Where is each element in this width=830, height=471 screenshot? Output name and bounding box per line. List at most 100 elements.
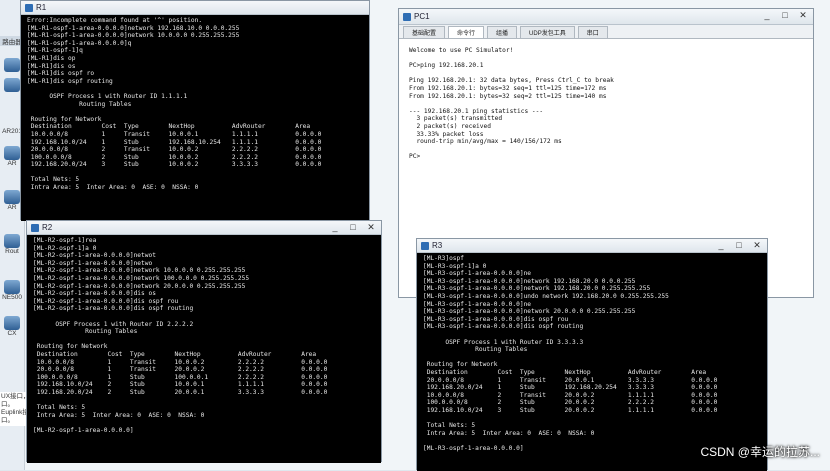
router-icon <box>4 78 20 92</box>
device-label: Rout <box>5 248 19 255</box>
console-line: 192.168.20.0/24 1 Stub 192.168.20.254 3.… <box>423 384 718 392</box>
console-line: [ML-R2-ospf-1-area-0.0.0.0]dis os <box>33 290 156 298</box>
console-line: 192.168.10.0/24 2 Stub 10.0.0.1 1.1.1.1 … <box>33 381 328 389</box>
console-line: Destination Cost Type NextHop AdvRouter … <box>27 123 311 131</box>
terminal-icon <box>25 3 33 12</box>
console-line: Total Nets: 5 <box>27 176 80 184</box>
window-title: R2 <box>42 223 53 232</box>
terminal-icon <box>421 241 429 250</box>
console-line: 192.168.20.0/24 2 Stub 20.0.0.1 3.3.3.3 … <box>33 388 328 396</box>
console-line: Ping 192.168.20.1: 32 data bytes, Press … <box>409 77 614 85</box>
maximize-button[interactable]: □ <box>347 222 359 233</box>
console-line: OSPF Process 1 with Router ID 3.3.3.3 <box>423 338 584 346</box>
console-line: [ML-R3-ospf-1-area-0.0.0.0]dis ospf rout… <box>423 323 584 331</box>
panel-label: 路由器 <box>2 39 22 46</box>
console-line: [ML-R3-ospf-1-area-0.0.0.0]ne <box>423 270 532 278</box>
console-line: From 192.168.20.1: bytes=32 seq=1 ttl=12… <box>409 84 607 92</box>
console-line: 20.0.0.0/8 1 Transit 20.0.0.2 2.2.2.2 0.… <box>33 366 328 374</box>
console-line: Routing for Network <box>423 361 498 369</box>
tab-serial[interactable]: 串口 <box>577 26 608 38</box>
window-title: R1 <box>36 3 47 12</box>
console-line: [ML-R3-ospf-1]a 0 <box>423 262 487 270</box>
console-line: round-trip min/avg/max = 140/156/172 ms <box>409 138 562 146</box>
minimize-button[interactable]: _ <box>761 10 773 21</box>
device-label: CX <box>7 330 17 337</box>
close-button[interactable]: ✕ <box>365 222 377 233</box>
console-line: [ML-R1-ospf-1]q <box>27 47 83 55</box>
console-line: OSPF Process 1 with Router ID 1.1.1.1 <box>27 92 188 100</box>
console-line: Routing for Network <box>27 115 102 123</box>
console-line: Total Nets: 5 <box>423 422 476 430</box>
close-button[interactable]: ✕ <box>751 240 763 251</box>
console-line: [ML-R1]dis op <box>27 54 76 62</box>
console-line: [ML-R2-ospf-1-area-0.0.0.0]network 10.0.… <box>33 267 246 275</box>
console-line: [ML-R3-ospf-1-area-0.0.0.0]ne <box>423 300 532 308</box>
maximize-button[interactable]: □ <box>733 240 745 251</box>
router-icon <box>4 234 20 248</box>
console-line: Routing Tables <box>33 328 138 336</box>
console-line: [ML-R3-ospf-1-area-0.0.0.0]network 20.0.… <box>423 308 636 316</box>
console-line: [ML-R2-ospf-1-area-0.0.0.0]network 20.0.… <box>33 282 246 290</box>
r2-titlebar[interactable]: R2 _ □ ✕ <box>27 221 381 235</box>
console-line: [ML-R2-ospf-1-area-0.0.0.0]dis ospf rout… <box>33 305 194 313</box>
console-line: 10.0.0.0/8 2 Transit 20.0.0.2 1.1.1.1 0.… <box>423 391 718 399</box>
minimize-button[interactable]: _ <box>329 222 341 233</box>
r3-console[interactable]: [ML-R3]ospf [ML-R3-ospf-1]a 0 [ML-R3-ospf-… <box>417 253 767 471</box>
r1-titlebar[interactable]: R1 <box>21 1 369 15</box>
device-label: NE500 <box>2 294 22 301</box>
r2-window[interactable]: R2 _ □ ✕ [ML-R2-ospf-1]rea [ML-R2-ospf-1]… <box>26 220 382 463</box>
router-icon <box>4 146 20 160</box>
console-line: [ML-R3-ospf-1-area-0.0.0.0]network 192.1… <box>423 277 636 285</box>
r3-window[interactable]: R3 _ □ ✕ [ML-R3]ospf [ML-R3-ospf-1]a 0 [ML… <box>416 238 768 471</box>
device-cx[interactable]: CX <box>0 316 24 337</box>
console-line: 100.0.0.0/8 2 Stub 10.0.0.2 2.2.2.2 0.0.… <box>27 153 322 161</box>
console-line: 100.0.0.0/8 1 Stub 100.0.0.1 2.2.2.2 0.0… <box>33 373 328 381</box>
console-line: 33.33% packet loss <box>409 130 484 138</box>
device-router[interactable]: Rout <box>0 234 24 255</box>
device-label: AR <box>7 204 17 211</box>
tab-udp-tool[interactable]: UDP发包工具 <box>520 26 575 38</box>
console-line: 100.0.0.0/8 2 Stub 20.0.0.2 2.2.2.2 0.0.… <box>423 399 718 407</box>
console-line: PC>ping 192.168.20.1 <box>409 62 484 70</box>
console-line: [ML-R2-ospf-1-area-0.0.0.0]netwo <box>33 259 153 267</box>
tab-multicast[interactable]: 组播 <box>487 26 518 38</box>
console-line: From 192.168.20.1: bytes=32 seq=2 ttl=12… <box>409 92 607 100</box>
console-line: 20.0.0.0/8 2 Transit 10.0.0.2 2.2.2.2 0.… <box>27 146 322 154</box>
terminal-icon <box>31 223 39 232</box>
device-ne500[interactable]: NE500 <box>0 280 24 301</box>
pc1-titlebar[interactable]: PC1 _ □ ✕ <box>399 9 813 25</box>
close-button[interactable]: ✕ <box>797 10 809 21</box>
r3-titlebar[interactable]: R3 _ □ ✕ <box>417 239 767 253</box>
r1-window[interactable]: R1 Error:Incomplete command found at '^'… <box>20 0 370 221</box>
pc-icon <box>403 12 411 21</box>
router-icon <box>4 316 20 330</box>
r1-console[interactable]: Error:Incomplete command found at '^' po… <box>21 15 369 221</box>
console-line: [ML-R1-ospf-1-area-0.0.0.0]network 10.0.… <box>27 32 240 40</box>
console-line: 20.0.0.0/8 1 Transit 20.0.0.1 3.3.3.3 0.… <box>423 376 718 384</box>
watermark: CSDN @幸运的拉苏... <box>700 445 820 459</box>
minimize-button[interactable]: _ <box>715 240 727 251</box>
console-line: Total Nets: 5 <box>33 404 86 412</box>
maximize-button[interactable]: □ <box>779 10 791 21</box>
console-line: [ML-R2-ospf-1-area-0.0.0.0]network 100.0… <box>33 274 250 282</box>
router-icon <box>4 190 20 204</box>
router-icon <box>4 58 20 72</box>
tab-basic-config[interactable]: 基础配置 <box>403 26 446 38</box>
console-line: [ML-R1-ospf-1-area-0.0.0.0]q <box>27 39 132 47</box>
console-line: [ML-R2-ospf-1]a 0 <box>33 244 97 252</box>
console-line: 2 packet(s) received <box>409 122 491 130</box>
r2-console[interactable]: [ML-R2-ospf-1]rea [ML-R2-ospf-1]a 0 [ML-R2… <box>27 235 381 463</box>
console-line: Intra Area: 5 Inter Area: 0 ASE: 0 NSSA:… <box>33 411 205 419</box>
tab-command-line[interactable]: 命令行 <box>448 26 485 38</box>
pc1-tabs: 基础配置 命令行 组播 UDP发包工具 串口 <box>399 25 813 39</box>
device-label: AR <box>7 160 17 167</box>
console-line: Intra Area: 5 Inter Area: 0 ASE: 0 NSSA:… <box>423 429 595 437</box>
